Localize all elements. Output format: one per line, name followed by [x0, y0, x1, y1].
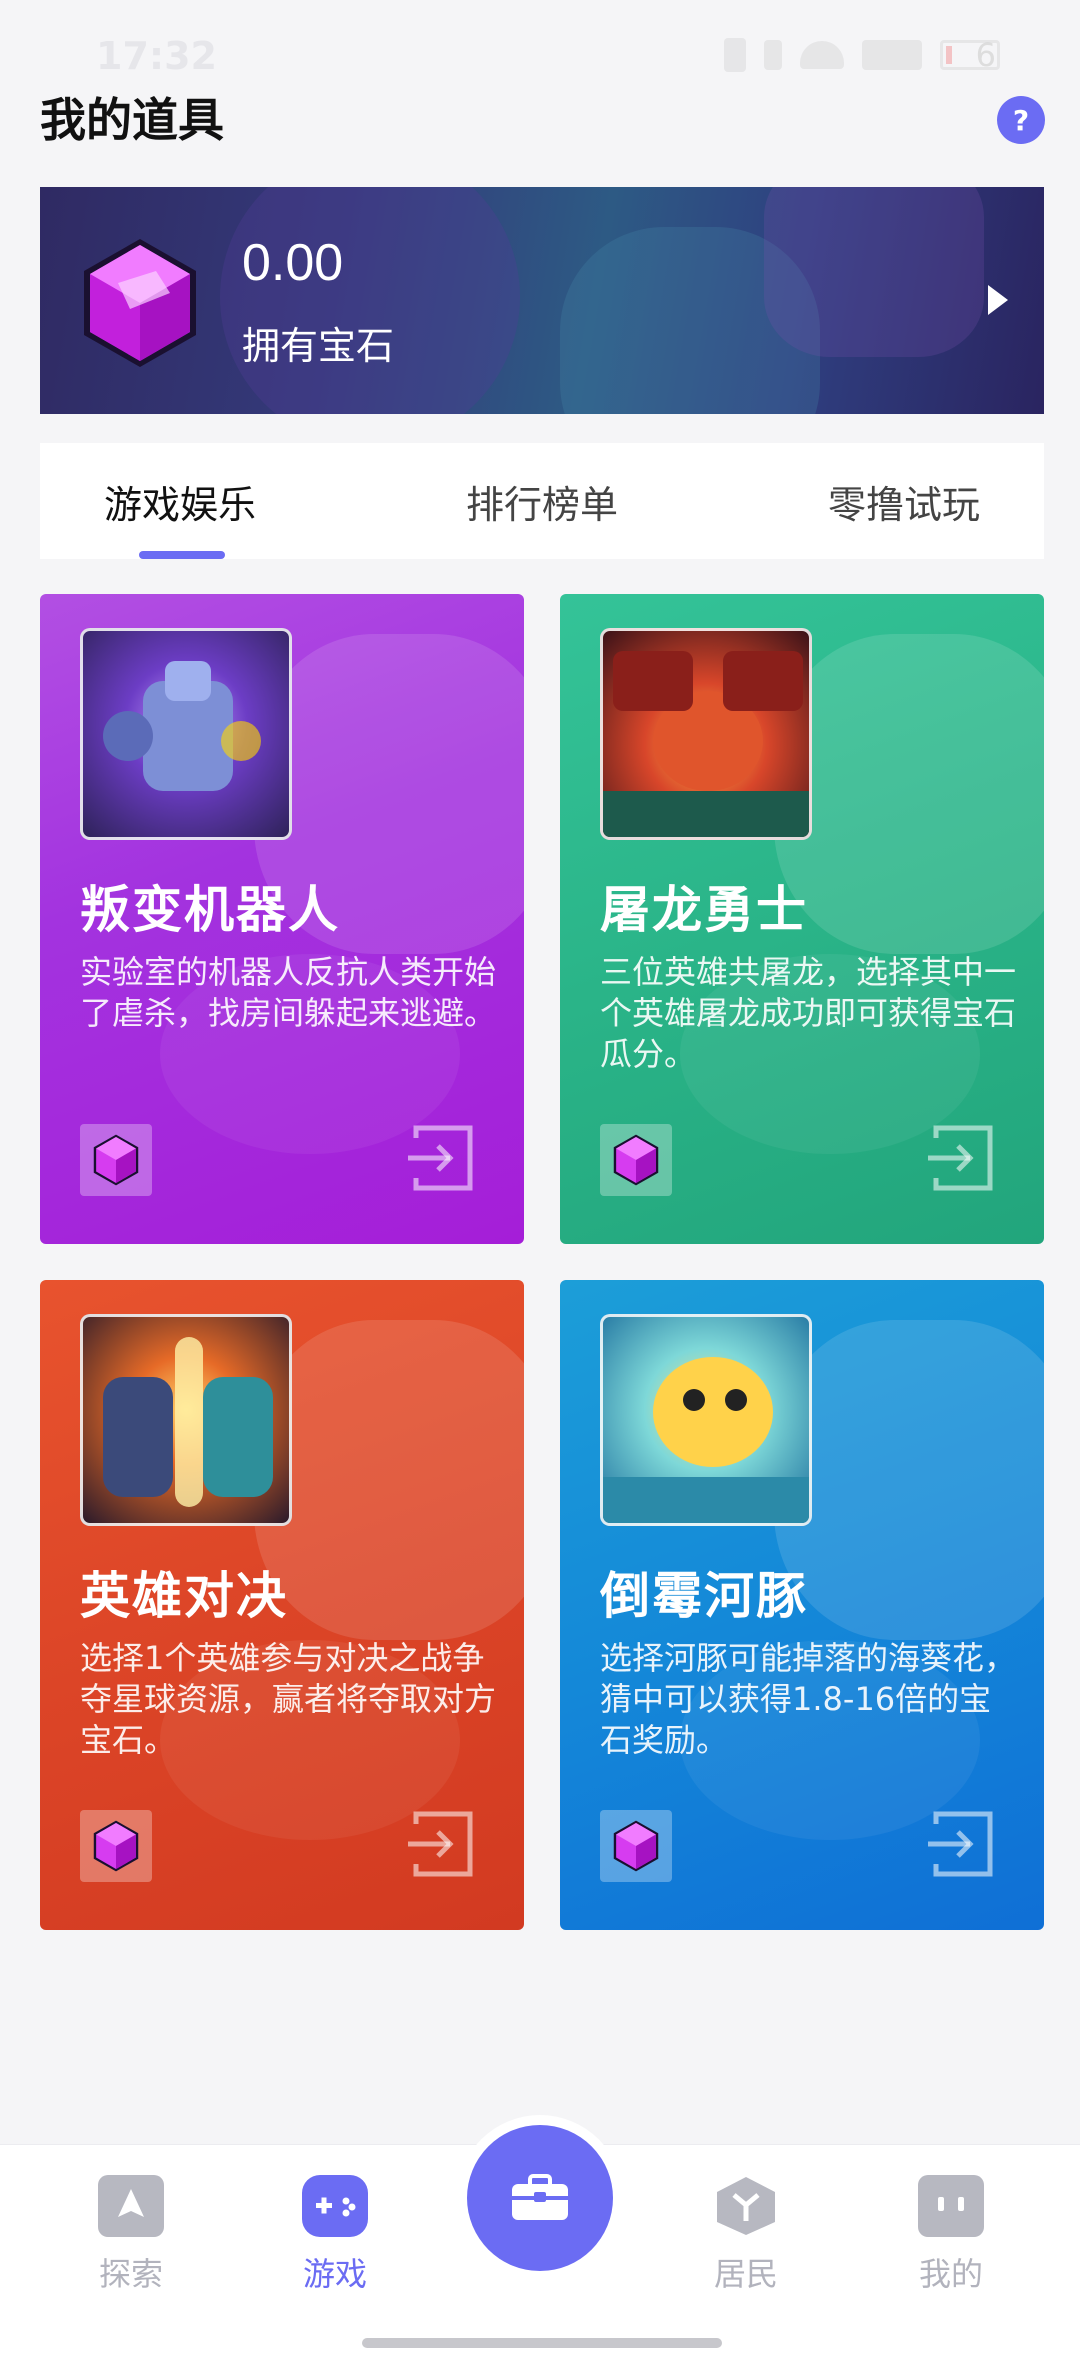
nav-label: 探索	[98, 2255, 163, 2293]
game-thumbnail-robot	[80, 628, 292, 840]
nav-resident[interactable]: 居民	[681, 2175, 811, 2295]
help-button[interactable]: ?	[997, 96, 1045, 144]
tab-ranking[interactable]: 排行榜单	[396, 443, 688, 559]
bluetooth-icon	[764, 40, 782, 70]
game-title: 屠龙勇士	[600, 881, 808, 939]
page: 17:32 6 我的道具 ? 0.00 拥有宝石 游戏娱乐 排行榜单 零撸试玩 …	[0, 0, 1080, 2374]
enter-icon[interactable]	[924, 1124, 994, 1192]
game-thumbnail-pufferfish	[600, 1314, 812, 1526]
gem-badge	[600, 1124, 672, 1196]
status-icons	[724, 38, 1000, 72]
banner-decoration	[764, 187, 984, 357]
enter-icon[interactable]	[924, 1810, 994, 1878]
gem-icon	[93, 1134, 139, 1186]
card-background-art	[774, 634, 1044, 954]
gem-icon	[613, 1134, 659, 1186]
nav-label: 游戏	[302, 2255, 367, 2293]
page-title: 我的道具	[40, 93, 224, 147]
gem-icon	[93, 1820, 139, 1872]
game-card-dragon-slayer[interactable]: 屠龙勇士 三位英雄共屠龙，选择其中一个英雄屠龙成功即可获得宝石瓜分。	[560, 594, 1044, 1244]
briefcase-icon	[512, 2174, 568, 2220]
game-description: 三位英雄共屠龙，选择其中一个英雄屠龙成功即可获得宝石瓜分。	[600, 953, 1017, 1073]
question-icon: ?	[1012, 103, 1030, 137]
banner-decoration	[220, 187, 520, 414]
nav-center-button[interactable]	[467, 2125, 613, 2271]
tab-label: 排行榜单	[465, 482, 618, 527]
gem-icon	[84, 239, 196, 367]
gem-badge	[80, 1124, 152, 1196]
gamepad-icon	[302, 2175, 368, 2237]
card-background-art	[774, 1320, 1044, 1640]
nav-label: 居民	[713, 2255, 778, 2293]
signal-icon	[862, 40, 922, 70]
game-card-unlucky-pufferfish[interactable]: 倒霉河豚 选择河豚可能掉落的海葵花，猜中可以获得1.8-16倍的宝石奖励。	[560, 1280, 1044, 1930]
profile-icon	[918, 2175, 984, 2237]
tab-label: 零撸试玩	[827, 482, 980, 527]
enter-icon[interactable]	[404, 1124, 474, 1192]
game-title: 倒霉河豚	[600, 1567, 808, 1625]
resident-icon	[713, 2175, 779, 2237]
tab-games[interactable]: 游戏娱乐	[40, 443, 396, 559]
game-description: 选择河豚可能掉落的海葵花，猜中可以获得1.8-16倍的宝石奖励。	[600, 1639, 1017, 1759]
card-background-art	[254, 1320, 524, 1640]
gem-amount: 0.00	[242, 234, 344, 292]
chevron-right-icon	[988, 285, 1008, 315]
header: 我的道具 ?	[40, 90, 1045, 150]
nav-label: 我的	[918, 2255, 983, 2293]
game-title: 叛变机器人	[80, 881, 340, 939]
gem-icon	[613, 1820, 659, 1872]
gem-label: 拥有宝石	[242, 324, 395, 368]
game-description: 选择1个英雄参与对决之战争夺星球资源，赢者将夺取对方宝石。	[80, 1639, 497, 1759]
nav-game[interactable]: 游戏	[270, 2175, 400, 2295]
status-time: 17:32	[96, 34, 217, 78]
game-card-rebel-robot[interactable]: 叛变机器人 实验室的机器人反抗人类开始了虐杀，找房间躲起来逃避。	[40, 594, 524, 1244]
game-thumbnail-hero	[80, 1314, 292, 1526]
gem-balance-banner[interactable]: 0.00 拥有宝石	[40, 187, 1044, 414]
status-bar: 17:32 6	[0, 0, 1080, 96]
tab-bar: 游戏娱乐 排行榜单 零撸试玩	[40, 443, 1044, 559]
vibrate-icon	[724, 38, 746, 72]
nav-mine[interactable]: 我的	[886, 2175, 1016, 2295]
wifi-icon	[800, 41, 844, 69]
nav-explore[interactable]: 探索	[66, 2175, 196, 2295]
tab-free-trial[interactable]: 零撸试玩	[688, 443, 1044, 559]
explore-icon	[98, 2175, 164, 2237]
game-description: 实验室的机器人反抗人类开始了虐杀，找房间躲起来逃避。	[80, 953, 497, 1032]
battery-icon	[940, 40, 1000, 70]
gem-badge	[600, 1810, 672, 1882]
enter-icon[interactable]	[404, 1810, 474, 1878]
tab-indicator	[139, 551, 225, 559]
game-title: 英雄对决	[80, 1567, 288, 1625]
game-thumbnail-dragon	[600, 628, 812, 840]
gem-badge	[80, 1810, 152, 1882]
home-indicator[interactable]	[362, 2338, 722, 2348]
game-card-hero-duel[interactable]: 英雄对决 选择1个英雄参与对决之战争夺星球资源，赢者将夺取对方宝石。	[40, 1280, 524, 1930]
tab-label: 游戏娱乐	[104, 482, 257, 527]
